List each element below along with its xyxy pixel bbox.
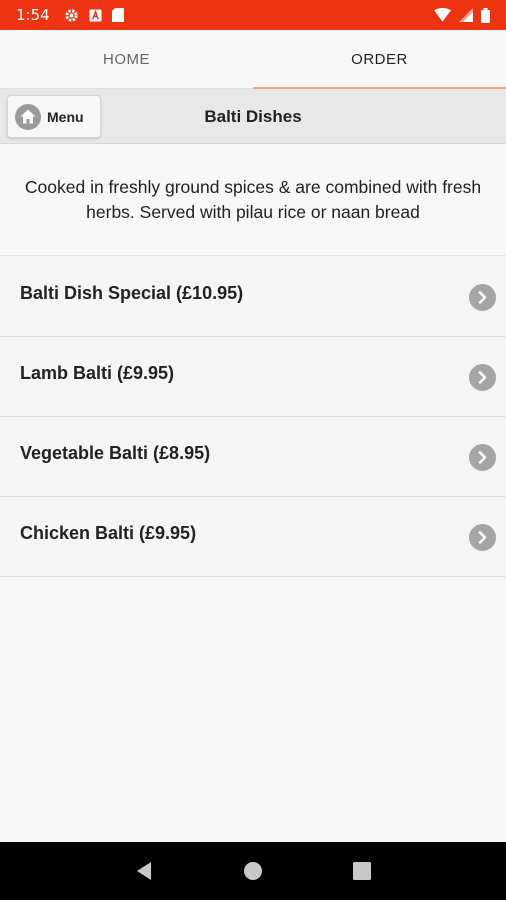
list-item[interactable]: Vegetable Balti (£8.95) bbox=[0, 417, 506, 497]
tab-home[interactable]: HOME bbox=[0, 30, 253, 88]
category-description: Cooked in freshly ground spices & are co… bbox=[0, 144, 506, 256]
list-item[interactable]: Chicken Balti (£9.95) bbox=[0, 497, 506, 577]
status-icons-left bbox=[64, 8, 124, 23]
list-item[interactable]: Balti Dish Special (£10.95) bbox=[0, 257, 506, 337]
menu-button-label: Menu bbox=[47, 108, 84, 125]
dish-list: Balti Dish Special (£10.95) Lamb Balti (… bbox=[0, 257, 506, 577]
home-icon bbox=[15, 103, 41, 130]
text-icon bbox=[89, 8, 102, 22]
status-time: 1:54 bbox=[16, 6, 50, 24]
tab-bar: HOME ORDER bbox=[0, 30, 506, 89]
chevron-right-icon bbox=[469, 444, 496, 471]
signal-icon bbox=[459, 8, 473, 22]
wifi-icon bbox=[434, 8, 451, 22]
chevron-right-icon bbox=[469, 284, 496, 311]
tab-order[interactable]: ORDER bbox=[253, 30, 506, 89]
chevron-right-icon bbox=[469, 364, 496, 391]
battery-icon bbox=[481, 7, 490, 23]
gear-icon bbox=[64, 8, 79, 23]
status-icons-right bbox=[434, 7, 490, 23]
toolbar: Menu Balti Dishes bbox=[0, 89, 506, 144]
recents-icon[interactable] bbox=[342, 851, 382, 891]
menu-button[interactable]: Menu bbox=[7, 95, 101, 138]
status-bar: 1:54 bbox=[0, 0, 506, 30]
home-nav-icon[interactable] bbox=[233, 851, 273, 891]
dish-name: Balti Dish Special (£10.95) bbox=[20, 283, 244, 303]
back-icon[interactable] bbox=[124, 851, 164, 891]
dish-name: Vegetable Balti (£8.95) bbox=[20, 443, 211, 463]
dish-name: Lamb Balti (£9.95) bbox=[20, 363, 175, 383]
sd-card-icon bbox=[111, 8, 124, 22]
dish-name: Chicken Balti (£9.95) bbox=[20, 523, 197, 543]
chevron-right-icon bbox=[469, 524, 496, 551]
list-item[interactable]: Lamb Balti (£9.95) bbox=[0, 337, 506, 417]
system-nav-bar bbox=[0, 842, 506, 900]
